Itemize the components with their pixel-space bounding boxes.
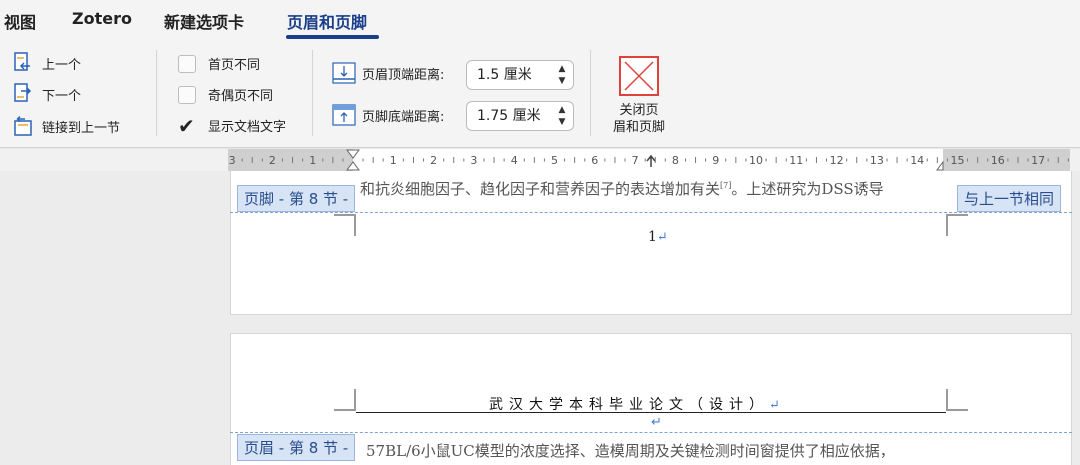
ruler-number: 7	[632, 154, 639, 167]
close-label-line2: 眉和页脚	[612, 120, 665, 135]
page-number-value: 1	[648, 229, 657, 245]
ruler-number: 1	[390, 154, 397, 167]
footer-bottom-input[interactable]: 1.75 厘米 ▲ ▼	[466, 101, 574, 131]
ruler-number: 2	[269, 154, 276, 167]
header-top-value: 1.5 厘米	[477, 67, 532, 83]
ruler-number: 10	[749, 154, 763, 167]
return-mark: ↵	[656, 230, 668, 245]
page1-body-text-main: 和抗炎细胞因子、趋化因子和营养因子的表达增加有关	[360, 180, 721, 198]
divider	[312, 50, 313, 136]
ruler-number: 9	[712, 154, 719, 167]
link-previous-icon	[12, 115, 34, 137]
show-doc-text-label: 显示文档文字	[208, 120, 287, 135]
show-doc-text-option[interactable]: ✔ 显示文档文字	[178, 116, 287, 136]
margin-corner	[946, 389, 968, 411]
ruler-number: 2	[430, 154, 437, 167]
ruler-number: 8	[672, 154, 679, 167]
ruler-ticks: 3 2 1 1 2 3 4 5 6 7 8 9 10 11 12 13 14 15 16 17	[229, 149, 1069, 171]
margin-corner	[334, 214, 356, 236]
check-icon[interactable]: ✔	[178, 116, 196, 136]
ruler-number: 3	[229, 154, 236, 167]
spinner-icon[interactable]: ▲ ▼	[557, 104, 567, 128]
page1-body-text-tail: 。上述研究为DSS诱导	[731, 180, 884, 198]
citation: [7]	[720, 181, 732, 190]
previous-icon	[12, 52, 34, 74]
tab-view[interactable]: 视图	[4, 9, 36, 33]
ruler-number: 17	[1031, 154, 1045, 167]
divider	[590, 50, 591, 136]
ruler-number: 15	[951, 154, 965, 167]
ruler-number: 5	[551, 154, 558, 167]
next-button[interactable]: 下一个	[12, 83, 81, 105]
previous-label: 上一个	[42, 57, 82, 73]
header-top-input[interactable]: 1.5 厘米 ▲ ▼	[466, 60, 574, 90]
ruler-number: 12	[830, 154, 844, 167]
link-previous-label: 链接到上一节	[42, 120, 121, 136]
header-boundary	[230, 432, 1072, 433]
margin-corner	[334, 389, 356, 411]
center-tab-marker[interactable]	[646, 154, 656, 167]
footer-section-tag: 页脚 - 第 8 节 -	[237, 185, 356, 212]
ruler-number: 11	[789, 154, 803, 167]
footer-bottom-distance: 页脚底端距离:	[332, 104, 444, 126]
close-label-line1: 关闭页	[619, 103, 659, 118]
page1-body-text[interactable]: 和抗炎细胞因子、趋化因子和营养因子的表达增加有关[7]。上述研究为DSS诱导	[360, 178, 884, 199]
different-first-checkbox[interactable]	[178, 54, 196, 73]
right-indent-marker[interactable]	[936, 160, 944, 171]
margin-corner	[946, 214, 968, 236]
close-header-footer-label[interactable]: 关闭页 眉和页脚	[604, 102, 674, 136]
spinner-icon[interactable]: ▲ ▼	[557, 63, 567, 87]
tab-header-footer[interactable]: 页眉和页脚	[287, 9, 367, 33]
next-icon	[12, 83, 34, 105]
tab-zotero[interactable]: Zotero	[72, 9, 132, 28]
horizontal-ruler[interactable]: 3 2 1 1 2 3 4 5 6 7 8 9 10 11 12 13 14 15 16 17	[0, 149, 1080, 171]
different-odd-even-label: 奇偶页不同	[208, 89, 274, 104]
close-icon	[624, 61, 654, 91]
footer-boundary	[230, 212, 1072, 213]
footer-bottom-value: 1.75 厘米	[477, 108, 541, 124]
close-header-footer-button[interactable]	[619, 56, 659, 96]
tab-new[interactable]: 新建选项卡	[164, 9, 244, 33]
ruler-number: 3	[470, 154, 477, 167]
ruler-number: 6	[591, 154, 598, 167]
page2-body-text[interactable]: 57BL/6小鼠UC模型的浓度选择、造模周期及关键检测时间窗提供了相应依据，	[366, 440, 895, 461]
footer-bottom-label: 页脚底端距离:	[362, 109, 445, 125]
link-to-previous-button[interactable]: 链接到上一节	[12, 115, 120, 137]
document-area[interactable]: 和抗炎细胞因子、趋化因子和营养因子的表达增加有关[7]。上述研究为DSS诱导 页…	[0, 171, 1080, 465]
ribbon-tabs: 视图 Zotero 新建选项卡 页眉和页脚	[0, 0, 1080, 42]
header-title[interactable]: 武汉大学本科毕业论文（设计）↵	[489, 394, 786, 414]
footer-position-icon	[332, 104, 356, 126]
different-odd-even-option[interactable]: 奇偶页不同	[178, 85, 273, 104]
first-line-indent-marker[interactable]	[346, 149, 360, 159]
active-tab-indicator	[286, 35, 379, 39]
same-as-previous-tag: 与上一节相同	[957, 185, 1062, 212]
return-mark: ↵	[651, 415, 662, 430]
page-number[interactable]: 1↵	[648, 229, 668, 245]
different-first-page-option[interactable]: 首页不同	[178, 54, 260, 73]
ruler-number: 14	[910, 154, 924, 167]
return-mark: ↵	[769, 398, 786, 413]
header-underline	[356, 412, 946, 413]
header-top-distance: 页眉顶端距离:	[332, 62, 444, 84]
next-label: 下一个	[42, 88, 82, 104]
header-section-tag: 页眉 - 第 8 节 -	[237, 434, 356, 461]
header-top-label: 页眉顶端距离:	[362, 67, 445, 83]
left-indent-marker[interactable]	[346, 161, 360, 171]
ruler-number: 4	[511, 154, 518, 167]
ribbon: 上一个 下一个 链接到上一节 首页不同 奇偶页不同 ✔ 显示文档文字 页眉顶端距…	[0, 42, 1080, 148]
header-position-icon	[332, 62, 356, 84]
different-odd-even-checkbox[interactable]	[178, 85, 196, 104]
ruler-number: 13	[870, 154, 884, 167]
divider	[156, 50, 157, 136]
ruler-number: 16	[991, 154, 1005, 167]
ruler-number: 1	[309, 154, 316, 167]
previous-button[interactable]: 上一个	[12, 52, 81, 74]
header-title-text: 武汉大学本科毕业论文（设计）	[489, 397, 769, 413]
different-first-label: 首页不同	[208, 58, 261, 73]
